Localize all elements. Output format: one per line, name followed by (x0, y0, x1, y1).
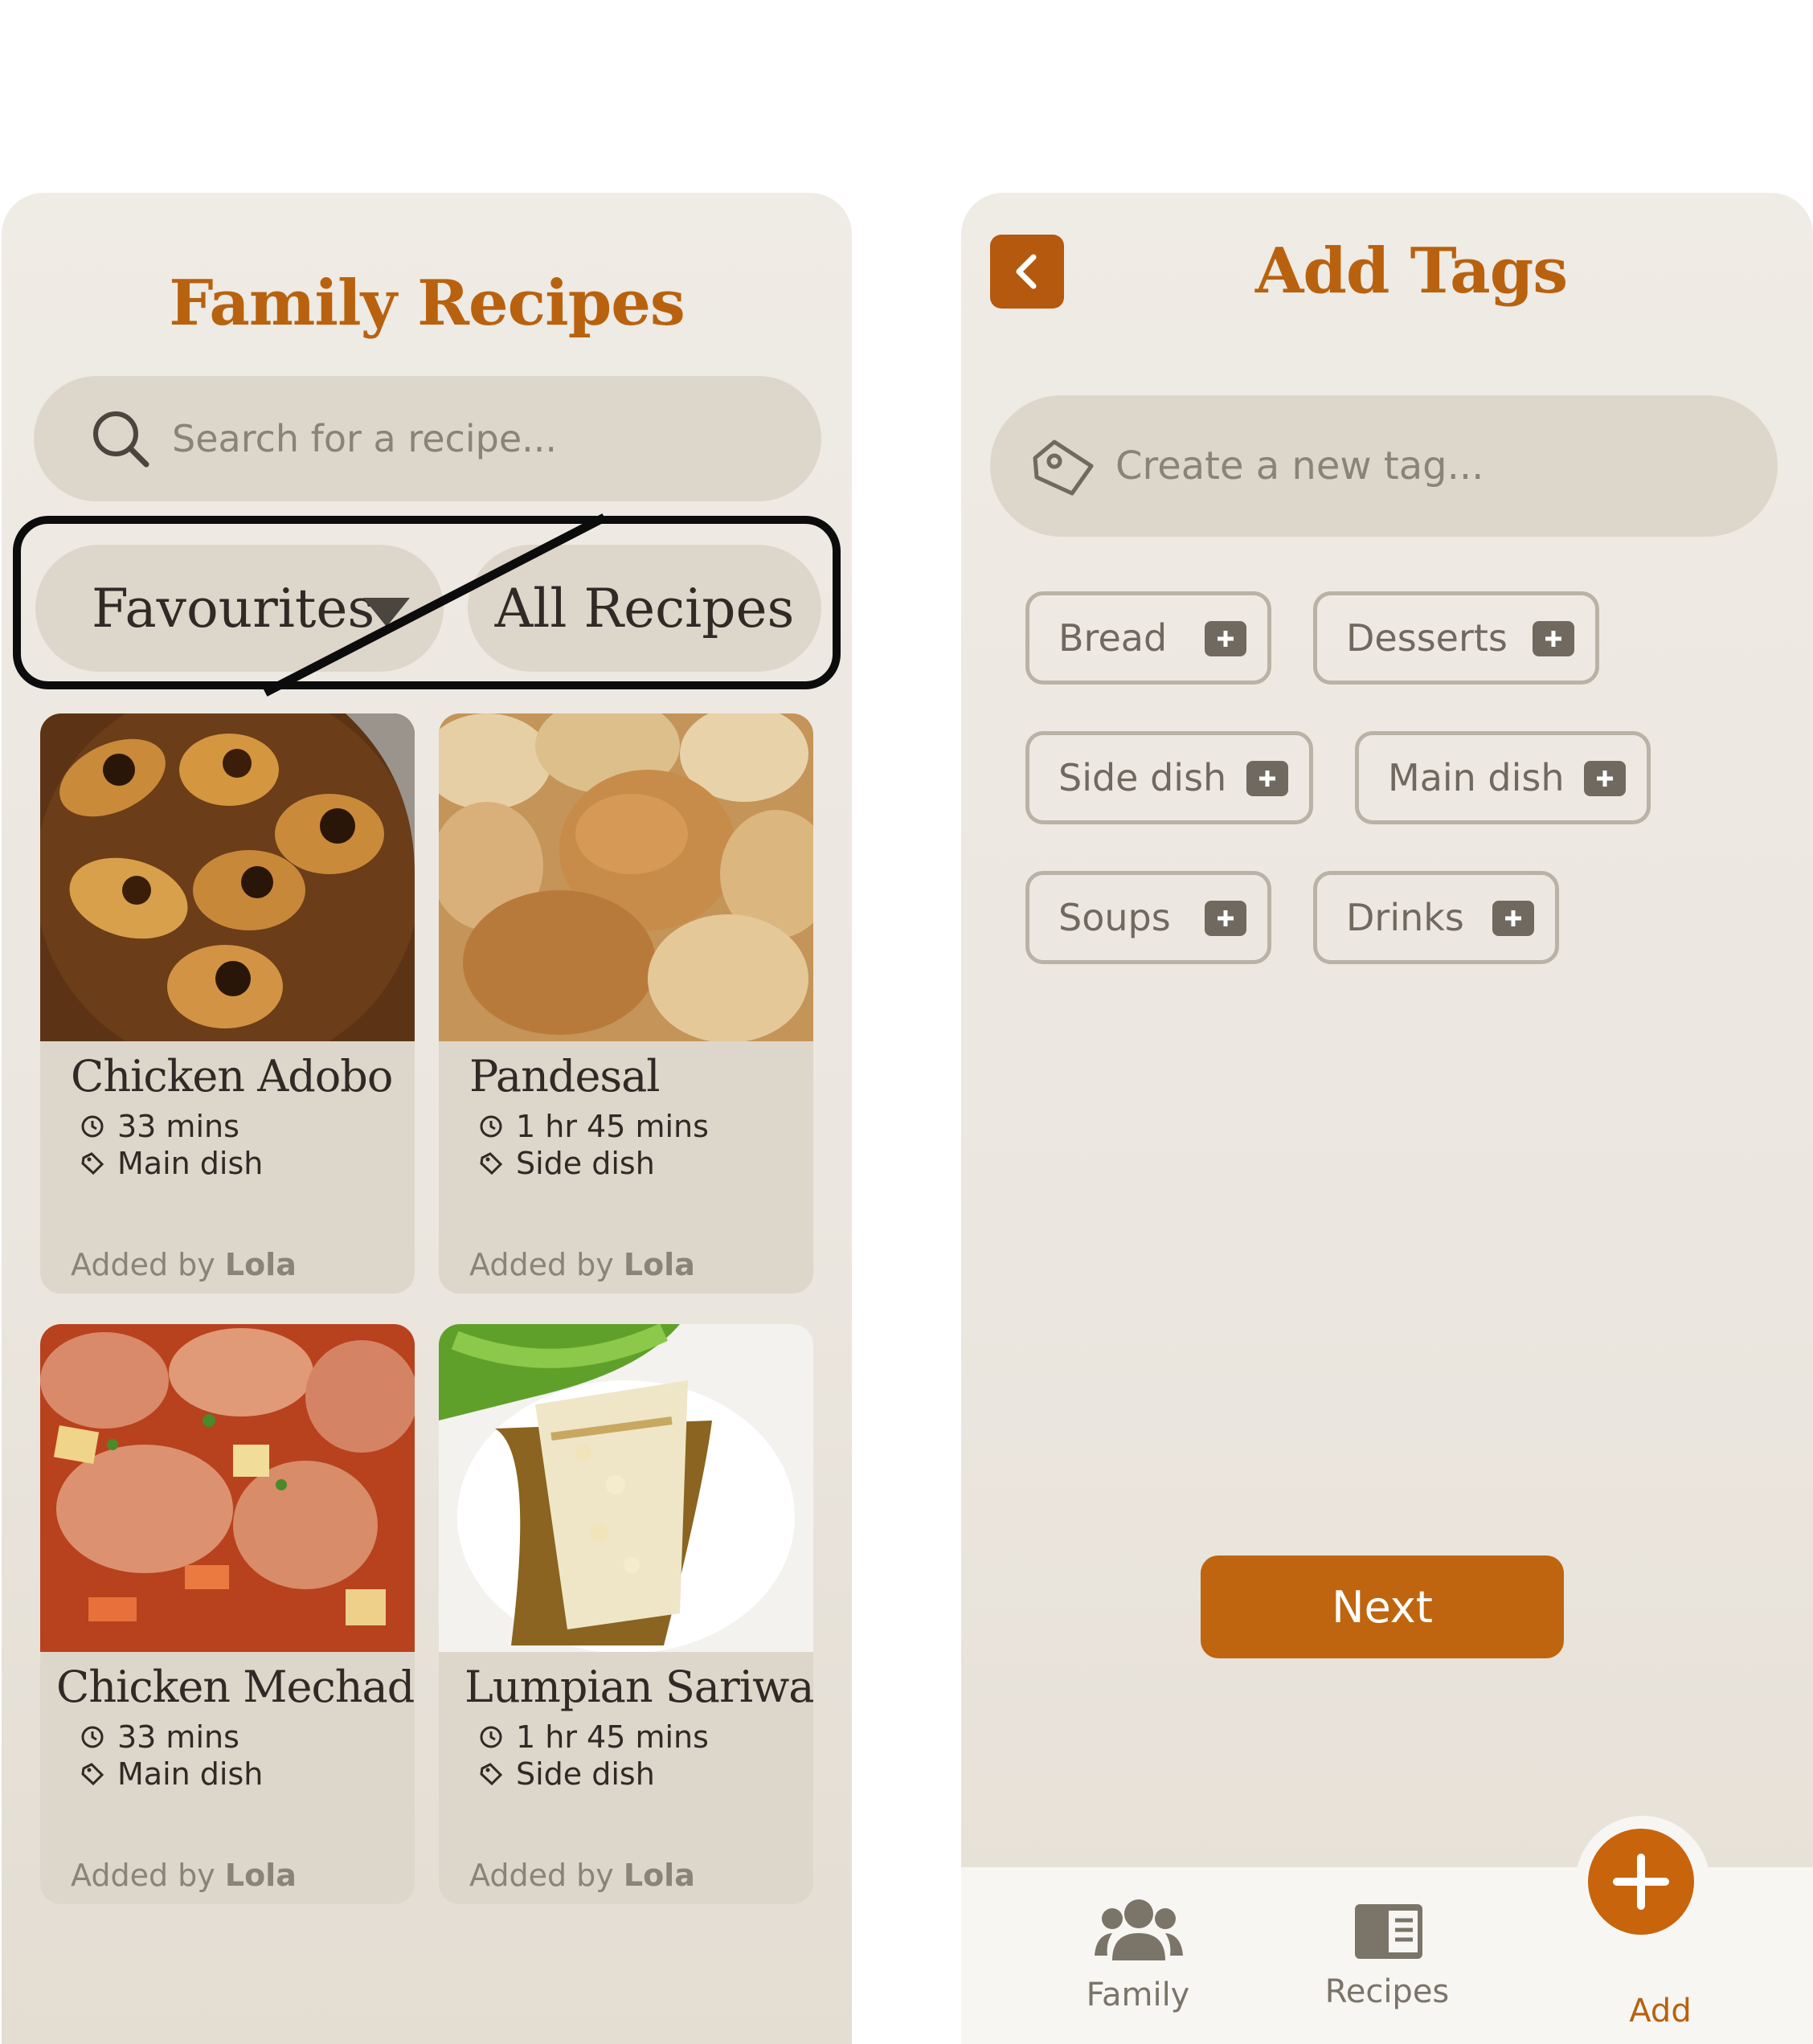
search-input[interactable] (172, 376, 783, 501)
recipes-icon (1355, 1904, 1422, 1959)
plus-icon (1205, 901, 1246, 936)
plus-icon (1533, 621, 1574, 656)
chevron-left-icon (1016, 254, 1037, 289)
bottom-nav: Family Recipes Add (961, 1816, 1813, 2044)
recipe-card[interactable]: Lumpian Sariwa 1 hr 45 mins Side dish Ad… (439, 1324, 813, 1904)
page-title: Family Recipes (169, 267, 686, 340)
family-recipes-screen: Family Recipes Favourites All Recipes (2, 193, 852, 2044)
recipe-time: 1 hr 45 mins (479, 1109, 709, 1144)
recipe-photo-chicken-mechado (40, 1324, 415, 1652)
family-icon (1095, 1899, 1183, 1960)
clock-icon (480, 1726, 502, 1748)
recipe-title: Chicken Mechado (56, 1662, 415, 1712)
recipe-title: Pandesal (469, 1051, 661, 1102)
new-tag-field[interactable] (990, 395, 1778, 537)
recipe-category: Main dish (80, 1146, 263, 1181)
nav-recipes-label: Recipes (1324, 1973, 1450, 2010)
filter-annotation-frame (13, 516, 841, 689)
recipe-title: Chicken Adobo (71, 1051, 393, 1102)
back-button[interactable] (990, 235, 1064, 309)
nav-family-label: Family (1086, 1977, 1190, 2013)
tag-icon (81, 1152, 104, 1175)
recipe-card[interactable]: Pandesal 1 hr 45 mins Side dish Added by… (439, 713, 813, 1294)
tag-icon (480, 1152, 503, 1175)
nav-family[interactable]: Family (1058, 1867, 1218, 2044)
added-by: Added by Lola (71, 1247, 297, 1282)
recipe-time: 33 mins (80, 1719, 239, 1755)
nav-add-label: Add (1629, 1993, 1692, 2030)
clock-icon (81, 1115, 104, 1138)
recipe-photo-lumpian-sariwa (439, 1324, 813, 1652)
added-by: Added by Lola (469, 1858, 695, 1893)
nav-recipes[interactable]: Recipes (1299, 1867, 1475, 2044)
search-bar[interactable] (34, 376, 821, 501)
recipe-title: Lumpian Sariwa (465, 1662, 813, 1712)
tag-chip-drinks[interactable]: Drinks (1313, 871, 1559, 964)
recipe-category: Side dish (479, 1756, 655, 1792)
add-tags-screen: Add Tags Bread Desserts Side dish Main d… (961, 193, 1813, 2044)
tag-icon (480, 1763, 503, 1786)
tag-chip-desserts[interactable]: Desserts (1313, 591, 1599, 685)
added-by: Added by Lola (469, 1247, 695, 1282)
clock-icon (81, 1726, 104, 1748)
plus-icon (1205, 621, 1246, 656)
added-by: Added by Lola (71, 1858, 297, 1893)
tag-icon (1033, 439, 1094, 496)
page-title: Add Tags (1254, 235, 1568, 308)
clock-icon (480, 1115, 502, 1138)
recipe-time: 1 hr 45 mins (479, 1719, 709, 1755)
recipe-card[interactable]: Chicken Mechado 33 mins Main dish Added … (40, 1324, 415, 1904)
recipe-photo-pandesal (439, 713, 813, 1041)
tag-chip-bread[interactable]: Bread (1025, 591, 1271, 685)
plus-icon (1584, 761, 1626, 796)
search-icon (93, 411, 149, 468)
tag-chip-soups[interactable]: Soups (1025, 871, 1271, 964)
recipe-photo-chicken-adobo (40, 713, 415, 1041)
recipe-card[interactable]: Chicken Adobo 33 mins Main dish Added by… (40, 713, 415, 1294)
recipe-time: 33 mins (80, 1109, 239, 1144)
tag-chip-side-dish[interactable]: Side dish (1025, 731, 1313, 824)
nav-add[interactable]: Add (1588, 1867, 1733, 2044)
tag-chip-main-dish[interactable]: Main dish (1355, 731, 1651, 824)
plus-icon (1246, 761, 1288, 796)
plus-icon (1492, 901, 1534, 936)
next-button[interactable]: Next (1201, 1555, 1564, 1658)
recipe-category: Main dish (80, 1756, 263, 1792)
new-tag-input[interactable] (1115, 395, 1742, 537)
tag-icon (81, 1763, 104, 1786)
recipe-category: Side dish (479, 1146, 655, 1181)
